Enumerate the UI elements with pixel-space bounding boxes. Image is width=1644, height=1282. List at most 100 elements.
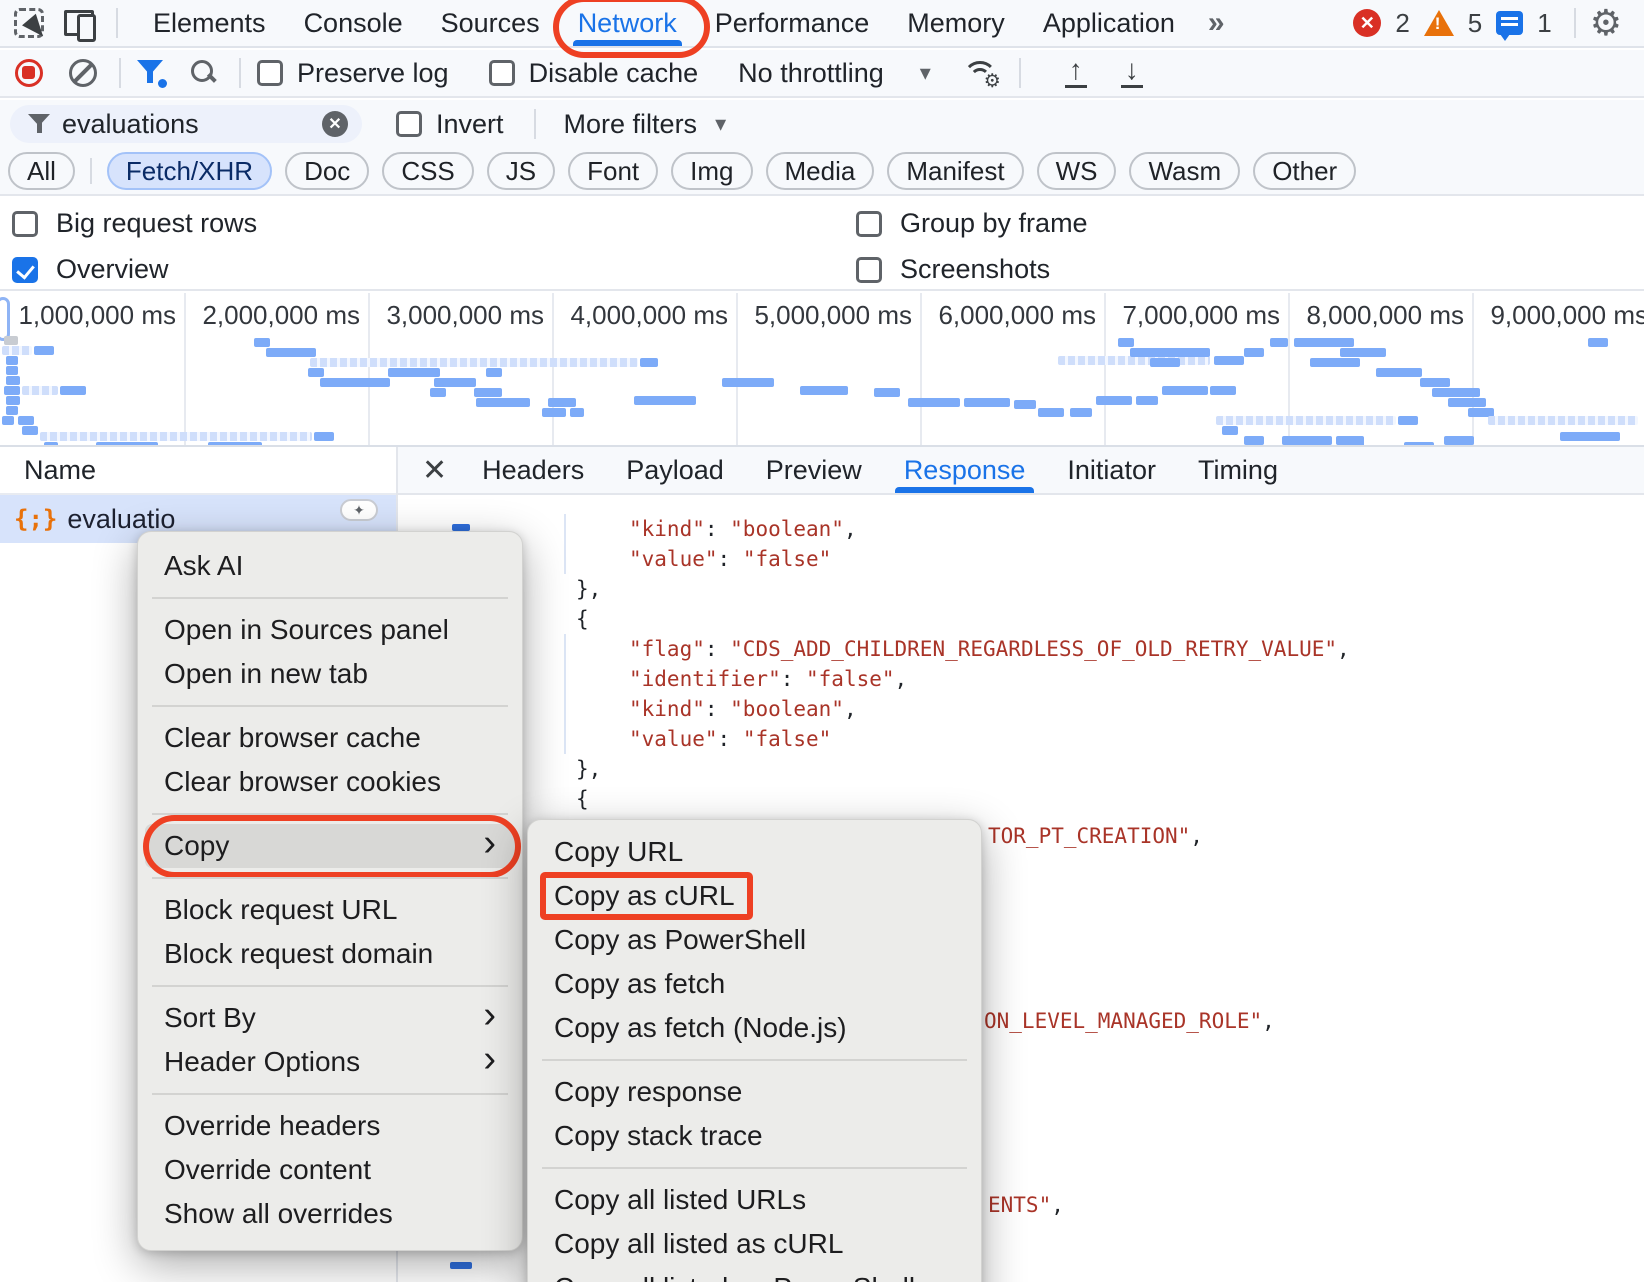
invert-checkbox[interactable] [396,111,422,137]
menu-item-copy-all-listed-urls[interactable]: Copy all listed URLs [528,1178,981,1222]
menu-item-block-request-url[interactable]: Block request URL [138,888,522,932]
divider [116,8,118,38]
menu-item-block-request-domain[interactable]: Block request domain [138,932,522,976]
tab-performance[interactable]: Performance [696,0,889,46]
menu-item-ask-ai[interactable]: Ask AI [138,544,522,588]
device-toolbar-icon[interactable] [64,8,96,38]
big-request-rows-label: Big request rows [56,208,257,239]
settings-gear-icon[interactable]: ⚙ [1590,5,1622,41]
preserve-log-checkbox[interactable] [257,60,283,86]
detail-tab-payload[interactable]: Payload [605,447,745,493]
throttling-caret-icon[interactable]: ▾ [920,60,931,86]
detail-tab-timing[interactable]: Timing [1177,447,1299,493]
network-conditions-icon[interactable]: ⚙ [961,59,997,87]
menu-item-copy-url[interactable]: Copy URL [528,830,981,874]
tab-application[interactable]: Application [1024,0,1194,46]
throttling-select[interactable]: No throttling [738,58,884,89]
chip-font[interactable]: Font [568,152,658,190]
code-fold-marker[interactable] [450,1262,472,1269]
menu-item-copy-all-listed-as-curl[interactable]: Copy all listed as cURL [528,1222,981,1266]
name-column-header[interactable]: Name [0,447,396,495]
more-filters-button[interactable]: More filters [564,109,698,140]
code-fold-marker[interactable] [452,524,470,531]
chip-img[interactable]: Img [671,152,752,190]
chip-doc[interactable]: Doc [285,152,369,190]
error-count: 2 [1395,8,1409,39]
waterfall-bar [1294,338,1354,347]
chip-other[interactable]: Other [1253,152,1356,190]
message-badge-icon[interactable] [1496,11,1523,35]
menu-item-copy-all-listed-as-powershell[interactable]: Copy all listed as PowerShell [528,1266,981,1282]
menu-item-copy[interactable]: Copy› [145,824,515,868]
detail-tab-preview[interactable]: Preview [745,447,883,493]
menu-item-header-options[interactable]: Header Options› [138,1040,522,1084]
clear-filter-icon[interactable]: ✕ [322,111,348,137]
tab-console[interactable]: Console [285,0,422,46]
overview-checkbox[interactable] [12,257,38,283]
group-by-frame-checkbox[interactable] [856,211,882,237]
tab-network[interactable]: Network [559,0,696,46]
menu-item-copy-as-fetch-node-js[interactable]: Copy as fetch (Node.js) [528,1006,981,1050]
menu-item-show-all-overrides[interactable]: Show all overrides [138,1192,522,1236]
overview-range-handle[interactable] [0,297,10,341]
menu-item-clear-browser-cookies[interactable]: Clear browser cookies [138,760,522,804]
screenshots-checkbox[interactable] [856,257,882,283]
filter-icon[interactable] [137,60,165,86]
response-code-line: { [398,784,1644,814]
waterfall-bar [1038,408,1064,417]
menu-separator [138,696,522,716]
divider [534,109,536,139]
more-filters-caret-icon[interactable]: ▾ [715,111,726,137]
menu-item-override-content[interactable]: Override content [138,1148,522,1192]
menu-item-copy-stack-trace[interactable]: Copy stack trace [528,1114,981,1158]
chip-css[interactable]: CSS [382,152,473,190]
menu-item-clear-browser-cache[interactable]: Clear browser cache [138,716,522,760]
chip-media[interactable]: Media [766,152,875,190]
filter-input[interactable] [62,109,322,140]
import-har-icon[interactable] [1063,58,1091,88]
devtools-tabbar: ElementsConsoleSourcesNetworkPerformance… [0,0,1644,48]
menu-item-open-in-new-tab[interactable]: Open in new tab [138,652,522,696]
filter-funnel-icon [28,114,50,134]
big-request-rows-checkbox[interactable] [12,211,38,237]
filter-field[interactable]: ✕ [10,105,362,143]
tab-elements[interactable]: Elements [134,0,285,46]
waterfall-bar [1398,416,1418,425]
close-detail-icon[interactable]: ✕ [398,453,461,488]
menu-item-sort-by[interactable]: Sort By› [138,996,522,1040]
menu-item-copy-as-curl[interactable]: Copy as cURL [528,874,981,918]
search-icon[interactable] [191,60,217,86]
network-overview-timeline[interactable]: 1,000,000 ms2,000,000 ms3,000,000 ms4,00… [0,293,1644,447]
tab-memory[interactable]: Memory [888,0,1024,46]
menu-item-override-headers[interactable]: Override headers [138,1104,522,1148]
warning-badge-icon[interactable] [1424,10,1454,36]
chip-manifest[interactable]: Manifest [887,152,1023,190]
detail-tab-headers[interactable]: Headers [461,447,605,493]
chip-ws[interactable]: WS [1037,152,1117,190]
chip-fetch-xhr[interactable]: Fetch/XHR [107,152,272,190]
more-tabs-icon[interactable]: » [1194,6,1237,40]
inspect-element-icon[interactable] [14,8,44,38]
export-har-icon[interactable] [1119,58,1147,88]
error-badge-icon[interactable]: ✕ [1353,9,1381,37]
waterfall-bar [874,388,900,397]
clear-network-log-icon[interactable] [69,59,97,87]
detail-tab-initiator[interactable]: Initiator [1046,447,1177,493]
chip-all[interactable]: All [8,152,75,190]
row-action-badge[interactable]: ✦ [340,499,378,521]
record-network-log-icon[interactable] [15,59,43,87]
menu-item-copy-as-fetch[interactable]: Copy as fetch [528,962,981,1006]
menu-item-open-in-sources-panel[interactable]: Open in Sources panel [138,608,522,652]
detail-tab-response[interactable]: Response [883,447,1047,493]
waterfall-bar [6,406,18,415]
detail-tab-strip: HeadersPayloadPreviewResponseInitiatorTi… [461,447,1299,493]
response-code-fragment: TOR_PT_CREATION", [988,821,1203,851]
menu-item-copy-as-powershell[interactable]: Copy as PowerShell [528,918,981,962]
chip-js[interactable]: JS [487,152,555,190]
chip-wasm[interactable]: Wasm [1129,152,1240,190]
tab-sources[interactable]: Sources [422,0,559,46]
disable-cache-checkbox[interactable] [489,60,515,86]
resource-type-chips: All Fetch/XHR Doc CSS JS Font Img Media Manifest… [0,148,1644,196]
menu-item-copy-response[interactable]: Copy response [528,1070,981,1114]
network-options: Big request rows Group by frame Overview… [0,198,1644,291]
